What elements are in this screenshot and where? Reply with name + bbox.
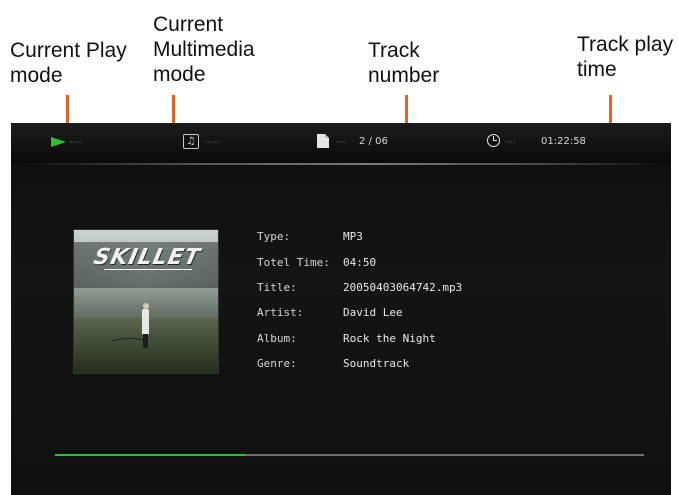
info-artist-label: Artist: xyxy=(257,306,304,319)
callout-track-play-time: Track play time xyxy=(577,33,674,81)
info-genre-label: Genre: xyxy=(257,357,297,370)
play-time: 01:22:58 xyxy=(541,136,586,147)
status-bar: ▪▪▪▪ ♫ ▪▪▪▪▪ ▪▪▪ 2 / 06 ▪▪▪ 01:22:58 xyxy=(11,123,671,163)
play-icon xyxy=(51,137,66,147)
info-genre-value: Soundtrack xyxy=(343,357,410,370)
player-screen: ▪▪▪▪ ♫ ▪▪▪▪▪ ▪▪▪ 2 / 06 ▪▪▪ 01:22:58 SKI… xyxy=(11,123,671,495)
info-artist-value: David Lee xyxy=(343,306,403,319)
multimedia-mode-hint: ▪▪▪▪▪ xyxy=(204,137,220,147)
info-type-label: Type: xyxy=(257,230,291,243)
track-counter: 2 / 06 xyxy=(359,136,388,147)
callout-track-number: Track number xyxy=(368,39,440,87)
status-bar-divider xyxy=(11,163,671,165)
album-art-logo: SKILLET xyxy=(91,245,203,270)
track-number-hint: ▪▪▪ xyxy=(336,137,346,147)
info-total-time-label: Totel Time: xyxy=(257,256,330,269)
play-mode-hint: ▪▪▪▪ xyxy=(69,137,82,147)
playback-progress-bar[interactable] xyxy=(55,454,644,456)
info-total-time-value: 04:50 xyxy=(343,256,377,269)
playback-progress-fill xyxy=(55,454,247,456)
play-time-hint: ▪▪▪ xyxy=(506,137,516,147)
info-album-value: Rock the Night xyxy=(343,332,436,345)
info-title-value: 20050403064742.mp3 xyxy=(343,281,463,294)
album-art-figure xyxy=(142,309,149,335)
info-type-value: MP3 xyxy=(343,230,363,243)
album-art-cord xyxy=(108,338,150,350)
album-art-logo-rule xyxy=(104,269,192,270)
clock-icon xyxy=(487,134,500,147)
info-title-label: Title: xyxy=(257,281,297,294)
document-icon xyxy=(317,134,329,148)
music-note-icon: ♫ xyxy=(183,134,199,149)
info-album-label: Album: xyxy=(257,332,297,345)
album-art: SKILLET xyxy=(74,230,218,373)
callout-play-mode: Current Play mode xyxy=(10,39,127,87)
callout-multimedia-mode: Current Multimedia mode xyxy=(153,13,255,86)
